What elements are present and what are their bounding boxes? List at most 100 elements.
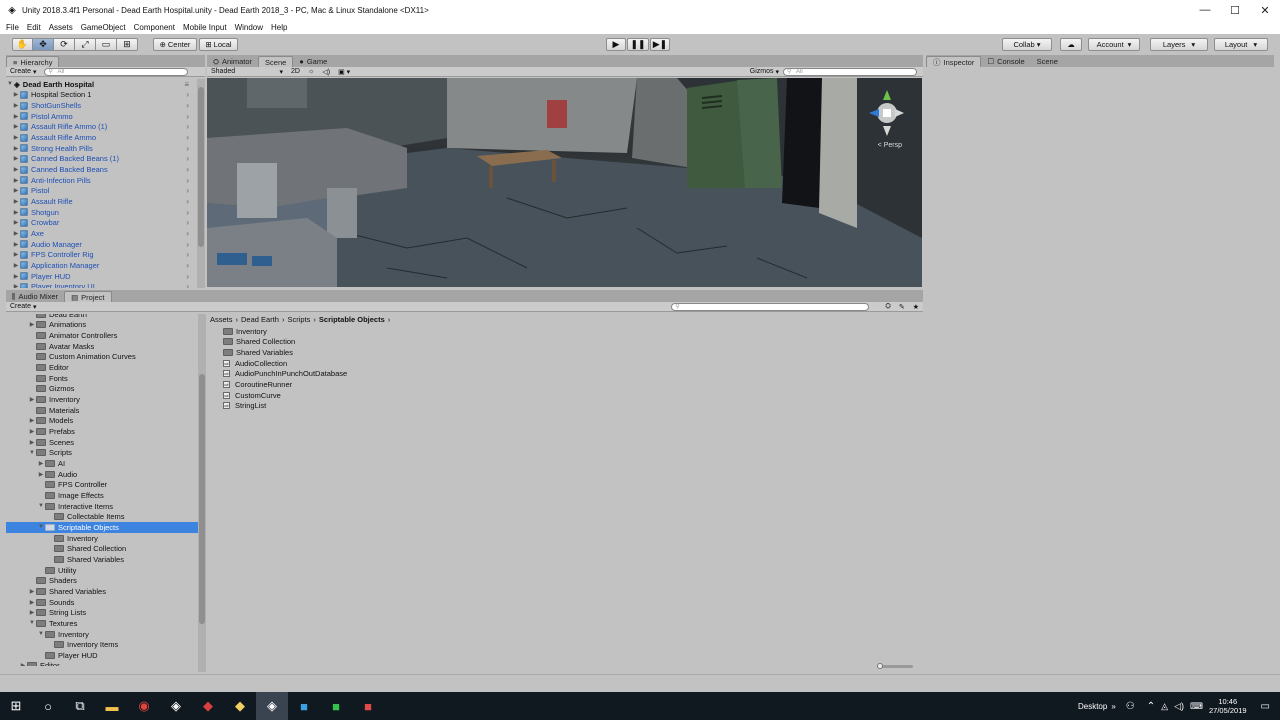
scene-root[interactable]: ▼ ◈ Dead Earth Hospital ≡ bbox=[6, 79, 197, 90]
notifications-icon[interactable]: ▭ bbox=[1261, 701, 1270, 712]
maximize-button[interactable]: ☐ bbox=[1220, 0, 1250, 20]
tab-console[interactable]: ☐ Console bbox=[981, 56, 1030, 67]
project-folder-item[interactable]: Animator Controllers bbox=[6, 330, 198, 341]
breadcrumb-item[interactable]: Dead Earth bbox=[241, 315, 279, 324]
app-red-icon[interactable]: ◆ bbox=[192, 692, 224, 720]
project-folder-item[interactable]: Gizmos bbox=[6, 384, 198, 395]
expand-arrow-icon[interactable]: ▶ bbox=[12, 251, 20, 258]
expand-arrow-icon[interactable]: ▶ bbox=[28, 439, 36, 446]
hierarchy-item[interactable]: ▶ Crowbar › bbox=[6, 218, 197, 229]
volume-icon[interactable]: ◁) bbox=[1174, 701, 1184, 712]
expand-arrow-icon[interactable]: ▶ bbox=[12, 230, 20, 237]
project-folder-item[interactable]: Inventory Items bbox=[6, 639, 198, 650]
tab-game[interactable]: ● Game bbox=[293, 56, 333, 67]
chevron-right-icon[interactable]: › bbox=[186, 133, 189, 142]
expand-arrow-icon[interactable]: ▶ bbox=[12, 209, 20, 216]
scene-search-input[interactable]: ⚲ All bbox=[783, 67, 917, 76]
project-folder-item[interactable]: ▼ Inventory bbox=[6, 629, 198, 640]
asset-item[interactable]: c# AudioPunchInPunchOutDatabase bbox=[207, 369, 923, 380]
app-red-square-icon[interactable]: ■ bbox=[352, 692, 384, 720]
hierarchy-search-input[interactable]: ⚲ All bbox=[44, 67, 189, 76]
hierarchy-item[interactable]: ▶ Application Manager › bbox=[6, 260, 197, 271]
hierarchy-item[interactable]: ▶ Player Inventory UI › bbox=[6, 281, 197, 288]
expand-arrow-icon[interactable]: ▶ bbox=[12, 113, 20, 120]
icon-size-slider[interactable] bbox=[877, 663, 913, 669]
project-folder-item[interactable]: FPS Controller bbox=[6, 480, 198, 491]
move-tool-icon[interactable]: ✥ bbox=[33, 38, 54, 51]
app-blue-icon[interactable]: ■ bbox=[288, 692, 320, 720]
asset-item[interactable]: Shared Variables bbox=[207, 347, 923, 358]
chevron-right-icon[interactable]: › bbox=[186, 90, 189, 99]
asset-item[interactable]: Inventory bbox=[207, 326, 923, 337]
menu-window[interactable]: Window bbox=[235, 23, 263, 32]
person-icon[interactable]: ⚇ bbox=[1126, 701, 1135, 712]
expand-arrow-icon[interactable]: ▶ bbox=[28, 396, 36, 403]
project-folder-item[interactable]: ▼ Textures bbox=[6, 618, 198, 629]
project-search-input[interactable]: ⚲ bbox=[671, 302, 870, 311]
hierarchy-item[interactable]: ▶ Canned Backed Beans › bbox=[6, 164, 197, 175]
menu-mobile-input[interactable]: Mobile Input bbox=[183, 23, 227, 32]
filter-type-icon[interactable]: ⛭ bbox=[881, 303, 895, 311]
expand-arrow-icon[interactable]: ▶ bbox=[12, 262, 20, 269]
expand-arrow-icon[interactable]: ▶ bbox=[12, 166, 20, 173]
expand-arrow-icon[interactable]: ▶ bbox=[28, 321, 36, 328]
chevron-right-icon[interactable]: › bbox=[186, 144, 189, 153]
project-folder-item[interactable]: ▶ Editor bbox=[6, 661, 198, 666]
project-folder-item[interactable]: Inventory bbox=[6, 533, 198, 544]
gizmos-dropdown[interactable]: Gizmos ▾ bbox=[746, 68, 783, 76]
clock[interactable]: 10:46 27/05/2019 bbox=[1209, 697, 1247, 715]
hand-tool-icon[interactable]: ✋ bbox=[12, 38, 33, 51]
close-button[interactable]: ✕ bbox=[1250, 0, 1280, 20]
menu-assets[interactable]: Assets bbox=[49, 23, 73, 32]
lighting-toggle-icon[interactable]: ☼ bbox=[304, 68, 318, 75]
chevron-right-icon[interactable]: › bbox=[186, 165, 189, 174]
layout-dropdown[interactable]: Layout ▾ bbox=[1214, 38, 1268, 51]
chevron-right-icon[interactable]: › bbox=[186, 218, 189, 227]
2d-toggle[interactable]: 2D bbox=[287, 68, 304, 75]
project-folder-item[interactable]: ▶ Prefabs bbox=[6, 426, 198, 437]
pivot-center-button[interactable]: ⊕ Center bbox=[153, 38, 197, 51]
favorite-star-icon[interactable]: ★ bbox=[909, 303, 923, 311]
chrome-icon[interactable]: ◉ bbox=[128, 692, 160, 720]
chevron-up-icon[interactable]: ⌃ bbox=[1147, 701, 1155, 712]
expand-arrow-icon[interactable]: ▶ bbox=[12, 273, 20, 280]
asset-item[interactable]: Shared Collection bbox=[207, 337, 923, 348]
project-tree-scroll-thumb[interactable] bbox=[199, 374, 205, 624]
expand-arrow-icon[interactable]: ▼ bbox=[37, 524, 45, 530]
chevron-right-icon[interactable]: › bbox=[186, 208, 189, 217]
windows-start-icon[interactable]: ⊞ bbox=[0, 692, 32, 720]
expand-arrow-icon[interactable]: ▼ bbox=[28, 620, 36, 626]
hierarchy-item[interactable]: ▶ Assault Rifle Ammo (1) › bbox=[6, 122, 197, 133]
shading-mode-dropdown[interactable]: Shaded ▾ bbox=[207, 68, 287, 76]
keyboard-icon[interactable]: ⌨ bbox=[1190, 701, 1203, 712]
expand-arrow-icon[interactable]: ▼ bbox=[6, 81, 14, 87]
expand-arrow-icon[interactable]: ▶ bbox=[12, 198, 20, 205]
breadcrumb-item[interactable]: Scriptable Objects bbox=[319, 315, 385, 324]
account-dropdown[interactable]: Account ▾ bbox=[1088, 38, 1140, 51]
project-folder-item[interactable]: ▶ String Lists bbox=[6, 607, 198, 618]
menu-component[interactable]: Component bbox=[134, 23, 175, 32]
hierarchy-item[interactable]: ▶ Shotgun › bbox=[6, 207, 197, 218]
hierarchy-item[interactable]: ▶ Pistol Ammo › bbox=[6, 111, 197, 122]
chevron-right-icon[interactable]: › bbox=[186, 250, 189, 259]
expand-arrow-icon[interactable]: ▶ bbox=[28, 588, 36, 595]
perspective-label[interactable]: < Persp bbox=[878, 142, 902, 149]
project-folder-item[interactable]: ▶ Scenes bbox=[6, 437, 198, 448]
breadcrumb-item[interactable]: Scripts bbox=[287, 315, 310, 324]
hierarchy-item[interactable]: ▶ Assault Rifle › bbox=[6, 196, 197, 207]
chevron-right-icon[interactable]: › bbox=[186, 176, 189, 185]
transform-tool-icon[interactable]: ⊞ bbox=[117, 38, 138, 51]
chevron-right-icon[interactable]: › bbox=[186, 122, 189, 131]
expand-arrow-icon[interactable]: ▶ bbox=[12, 91, 20, 98]
project-folder-item[interactable]: Fonts bbox=[6, 373, 198, 384]
project-folder-item[interactable]: ▼ Interactive Items bbox=[6, 501, 198, 512]
project-folder-item[interactable]: Materials bbox=[6, 405, 198, 416]
rotate-tool-icon[interactable]: ⟳ bbox=[54, 38, 75, 51]
chevron-right-icon[interactable]: › bbox=[186, 240, 189, 249]
chevron-right-icon[interactable]: » bbox=[1111, 702, 1115, 711]
step-button[interactable]: ▶❚ bbox=[650, 38, 670, 51]
hierarchy-item[interactable]: ▶ Axe › bbox=[6, 228, 197, 239]
project-folder-item[interactable]: ▶ Models bbox=[6, 416, 198, 427]
scale-tool-icon[interactable]: ⤢ bbox=[75, 38, 96, 51]
desktop-toolbar-label[interactable]: Desktop bbox=[1078, 702, 1107, 711]
